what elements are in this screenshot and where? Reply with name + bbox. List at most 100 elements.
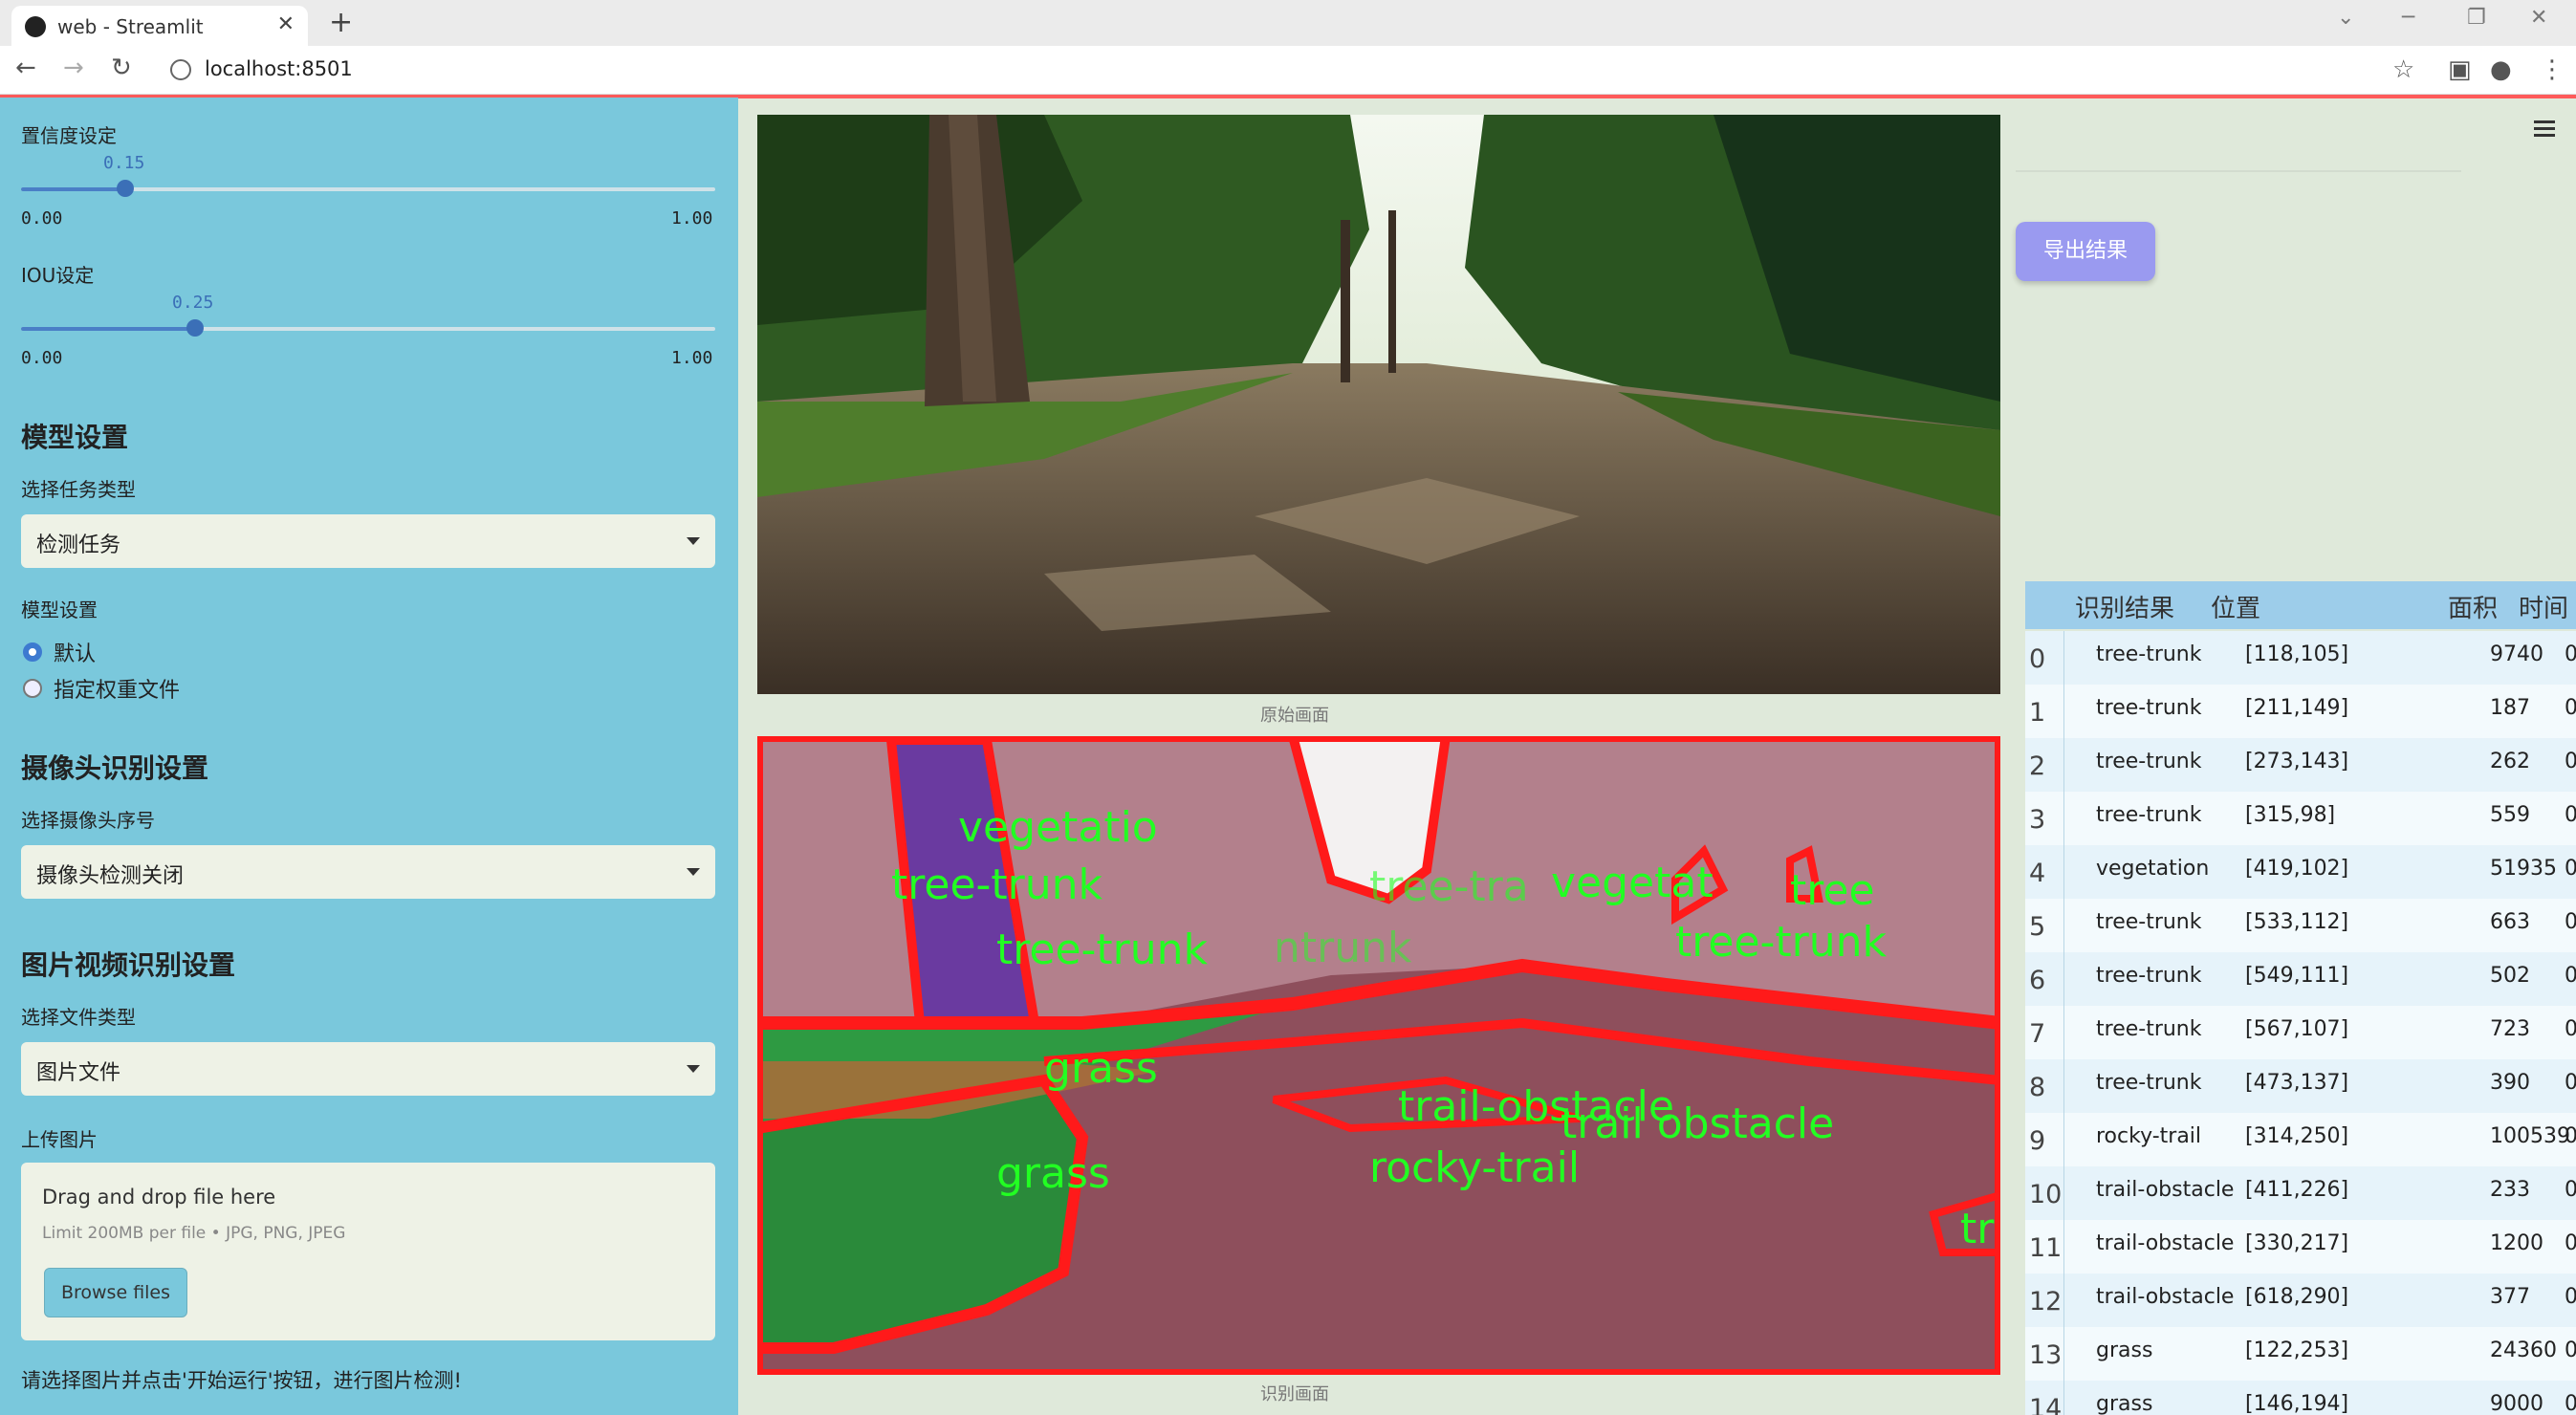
table-row[interactable]: 11 trail-obstacle [330,217] 1200 0.05: [2025, 1220, 2576, 1274]
cell-result: trail-obstacle: [2096, 1285, 2235, 1309]
reload-icon[interactable]: ↻: [111, 54, 132, 82]
overlay-label-tree-trunk: tree-trunk: [1675, 918, 1888, 967]
row-separator: [2063, 1113, 2064, 1166]
cell-area: 9740: [2490, 642, 2543, 666]
cell-result: grass: [2096, 1392, 2153, 1415]
row-index: 4: [2029, 859, 2046, 888]
confidence-slider[interactable]: [21, 180, 715, 197]
col-header-position[interactable]: 位置: [2211, 589, 2260, 624]
export-results-button[interactable]: 导出结果: [2016, 222, 2155, 281]
site-info-icon[interactable]: [170, 59, 191, 80]
row-separator: [2063, 1381, 2064, 1415]
chevron-down-icon: [687, 1065, 700, 1073]
instruction-hint: 请选择图片并点击'开始运行'按钮，进行图片检测!: [21, 1369, 462, 1392]
iou-max: 1.00: [671, 348, 713, 368]
streamlit-favicon-icon: [25, 16, 46, 37]
row-separator: [2063, 792, 2064, 845]
col-header-area[interactable]: 面积: [2448, 589, 2498, 624]
table-row[interactable]: 1 tree-trunk [211,149] 187 0.05: [2025, 685, 2576, 738]
cell-time: 0.04: [2565, 1285, 2576, 1309]
overlay-label-vegetation: vegetat: [1551, 859, 1714, 907]
cell-position: [122,253]: [2245, 1339, 2349, 1362]
cell-position: [273,143]: [2245, 750, 2349, 773]
confidence-slider-thumb[interactable]: [116, 180, 134, 197]
table-row[interactable]: 4 vegetation [419,102] 51935 0.02: [2025, 845, 2576, 899]
table-row[interactable]: 7 tree-trunk [567,107] 723 0.05: [2025, 1006, 2576, 1059]
iou-min: 0.00: [21, 348, 63, 368]
bookmark-star-icon[interactable]: ☆: [2392, 55, 2414, 84]
cell-position: [473,137]: [2245, 1071, 2349, 1095]
cell-result: tree-trunk: [2096, 750, 2202, 773]
row-index: 11: [2029, 1233, 2063, 1263]
radio-custom-weights[interactable]: [23, 679, 42, 698]
table-row[interactable]: 3 tree-trunk [315,98] 559 0.01: [2025, 792, 2576, 845]
camera-select[interactable]: 摄像头检测关闭: [21, 845, 715, 899]
table-row[interactable]: 10 trail-obstacle [411,226] 233 0.05: [2025, 1166, 2576, 1220]
back-icon[interactable]: ←: [15, 54, 36, 82]
row-index: 3: [2029, 805, 2046, 835]
hamburger-menu-icon[interactable]: [2534, 117, 2555, 141]
result-image: vegetatio tree-trunk tree-trunk tree-tra…: [757, 736, 2000, 1375]
browser-tab-strip: web - Streamlit ✕ + ⌄ ─ ❐ ✕: [0, 0, 2576, 46]
cell-area: 663: [2490, 910, 2530, 934]
cell-position: [567,107]: [2245, 1017, 2349, 1041]
radio-default[interactable]: [23, 642, 42, 662]
file-type-select[interactable]: 图片文件: [21, 1042, 715, 1096]
browser-menu-icon[interactable]: ⋮: [2540, 55, 2565, 84]
cell-area: 723: [2490, 1017, 2530, 1041]
table-row[interactable]: 9 rocky-trail [314,250] 1005390.05: [2025, 1113, 2576, 1166]
restore-icon[interactable]: ❐: [2467, 6, 2486, 30]
file-uploader-dropzone[interactable]: Drag and drop file here Limit 200MB per …: [21, 1163, 715, 1340]
cell-position: [211,149]: [2245, 696, 2349, 720]
forest-trail-photo: [757, 115, 2000, 694]
cell-time: 0.02: [2565, 857, 2576, 881]
tab-close-icon[interactable]: ✕: [277, 12, 295, 36]
iou-value: 0.25: [172, 293, 214, 313]
profile-avatar-icon[interactable]: ●: [2490, 55, 2512, 84]
cell-position: [315,98]: [2245, 803, 2336, 827]
iou-slider[interactable]: [21, 319, 715, 337]
model-settings-heading: 模型设置: [21, 422, 129, 453]
table-row[interactable]: 0 tree-trunk [118,105] 9740 0.04: [2025, 631, 2576, 685]
browser-tab[interactable]: web - Streamlit ✕: [11, 6, 308, 46]
table-row[interactable]: 6 tree-trunk [549,111] 502 0.02: [2025, 952, 2576, 1006]
cell-result: tree-trunk: [2096, 642, 2202, 666]
table-row[interactable]: 12 trail-obstacle [618,290] 377 0.04: [2025, 1274, 2576, 1327]
radio-default-label[interactable]: 默认: [54, 637, 96, 667]
row-separator: [2063, 631, 2064, 685]
iou-slider-thumb[interactable]: [186, 319, 204, 337]
row-separator: [2063, 738, 2064, 792]
cell-result: grass: [2096, 1339, 2153, 1362]
cell-area: 390: [2490, 1071, 2530, 1095]
table-row[interactable]: 13 grass [122,253] 24360 0.01: [2025, 1327, 2576, 1381]
cell-time: 0.05: [2565, 1124, 2576, 1148]
tab-list-chevron-icon[interactable]: ⌄: [2337, 6, 2354, 30]
cell-time: 0.05: [2565, 696, 2576, 720]
results-table: 识别结果 位置 面积 时间 0 tree-trunk [118,105] 9740 0.…: [2025, 581, 2576, 1415]
minimize-icon[interactable]: ─: [2402, 6, 2414, 30]
new-tab-button[interactable]: +: [329, 6, 353, 39]
cell-result: vegetation: [2096, 857, 2210, 881]
cell-area: 9000: [2490, 1392, 2543, 1415]
col-header-result[interactable]: 识别结果: [2075, 589, 2174, 624]
table-row[interactable]: 14 grass [146,194] 9000 0.05: [2025, 1381, 2576, 1415]
url-field[interactable]: localhost:8501: [205, 57, 353, 80]
table-row[interactable]: 5 tree-trunk [533,112] 663 0.05: [2025, 899, 2576, 952]
row-index: 6: [2029, 966, 2046, 995]
table-row[interactable]: 2 tree-trunk [273,143] 262 0.03: [2025, 738, 2576, 792]
cell-position: [533,112]: [2245, 910, 2349, 934]
cell-position: [411,226]: [2245, 1178, 2349, 1202]
cell-area: 377: [2490, 1285, 2530, 1309]
task-type-select[interactable]: 检测任务: [21, 514, 715, 568]
side-panel-icon[interactable]: ▣: [2448, 55, 2472, 84]
row-index: 7: [2029, 1019, 2046, 1049]
browse-files-button[interactable]: Browse files: [44, 1268, 187, 1317]
cell-area: 233: [2490, 1178, 2530, 1202]
col-header-time[interactable]: 时间: [2519, 589, 2568, 624]
cell-area: 1200: [2490, 1231, 2543, 1255]
forward-icon[interactable]: →: [63, 54, 84, 82]
table-row[interactable]: 8 tree-trunk [473,137] 390 0.05: [2025, 1059, 2576, 1113]
close-window-icon[interactable]: ✕: [2530, 6, 2547, 30]
radio-custom-weights-label[interactable]: 指定权重文件: [54, 673, 180, 704]
original-caption: 原始画面: [1260, 706, 1329, 726]
